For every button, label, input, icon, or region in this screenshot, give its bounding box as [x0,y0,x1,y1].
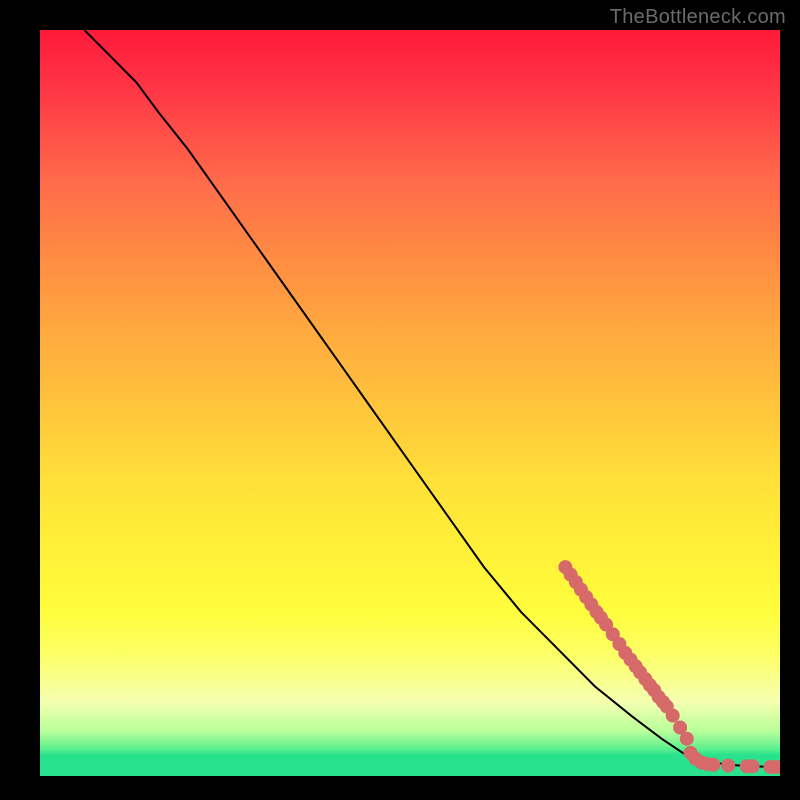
chart-frame: TheBottleneck.com [0,0,800,800]
watermark-text: TheBottleneck.com [610,6,786,29]
plot-area [40,30,780,776]
